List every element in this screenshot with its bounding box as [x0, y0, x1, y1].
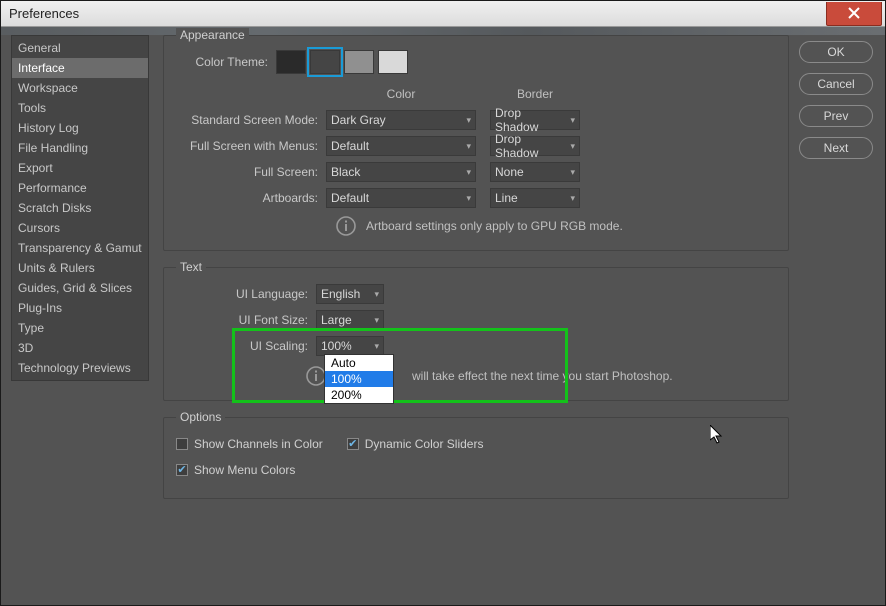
- ui-scaling-option[interactable]: Auto: [325, 355, 393, 371]
- dialog-buttons: OK Cancel Prev Next: [795, 35, 873, 593]
- prev-button[interactable]: Prev: [799, 105, 873, 127]
- checkbox-show-menu-colors[interactable]: ✔ Show Menu Colors: [176, 463, 295, 477]
- select-artboards-color[interactable]: Default▾: [326, 188, 476, 208]
- ui-scaling-dropdown[interactable]: Auto100%200%: [324, 354, 394, 404]
- chevron-down-icon: ▾: [466, 193, 471, 204]
- chevron-down-icon: ▾: [466, 167, 471, 178]
- checkbox-show-channels[interactable]: Show Channels in Color: [176, 437, 323, 451]
- sidebar-item-transparency-gamut[interactable]: Transparency & Gamut: [12, 238, 148, 258]
- sidebar-item-3d[interactable]: 3D: [12, 338, 148, 358]
- ui-font-size-select[interactable]: Large ▾: [316, 310, 384, 330]
- titlebar: Preferences: [1, 1, 885, 27]
- sidebar-item-history-log[interactable]: History Log: [12, 118, 148, 138]
- ui-scaling-select[interactable]: 100% ▾: [316, 336, 384, 356]
- appearance-row-label: Artboards:: [176, 191, 326, 205]
- chevron-down-icon: ▾: [570, 193, 575, 204]
- sidebar-item-units-rulers[interactable]: Units & Rulers: [12, 258, 148, 278]
- ui-font-size-label: UI Font Size:: [176, 313, 316, 327]
- chevron-down-icon: ▾: [374, 315, 379, 326]
- appearance-row-label: Standard Screen Mode:: [176, 113, 326, 127]
- sidebar-item-tools[interactable]: Tools: [12, 98, 148, 118]
- select-standard-color[interactable]: Dark Gray▾: [326, 110, 476, 130]
- text-info-right: e effect the next time you start Photosh…: [448, 369, 673, 383]
- chevron-down-icon: ▾: [570, 115, 575, 126]
- sidebar-item-workspace[interactable]: Workspace: [12, 78, 148, 98]
- color-theme-swatch[interactable]: [344, 50, 374, 74]
- sidebar-item-interface[interactable]: Interface: [12, 58, 148, 78]
- color-theme-swatch[interactable]: [310, 50, 340, 74]
- color-theme-swatch[interactable]: [378, 50, 408, 74]
- column-header-color: Color: [326, 87, 476, 101]
- group-text: Text UI Language: English ▾ UI Font Size…: [163, 267, 789, 401]
- color-theme-label: Color Theme:: [176, 55, 276, 69]
- appearance-info: Artboard settings only apply to GPU RGB …: [336, 216, 776, 236]
- select-fullscreen-border[interactable]: None▾: [490, 162, 580, 182]
- sidebar-item-scratch-disks[interactable]: Scratch Disks: [12, 198, 148, 218]
- checkbox-dynamic-sliders[interactable]: ✔ Dynamic Color Sliders: [347, 437, 484, 451]
- sidebar-item-file-handling[interactable]: File Handling: [12, 138, 148, 158]
- appearance-row-label: Full Screen:: [176, 165, 326, 179]
- ui-language-select[interactable]: English ▾: [316, 284, 384, 304]
- ok-button[interactable]: OK: [799, 41, 873, 63]
- group-legend: Options: [176, 410, 225, 424]
- column-header-border: Border: [490, 87, 580, 101]
- chevron-down-icon: ▾: [374, 341, 379, 352]
- group-legend: Appearance: [176, 28, 249, 42]
- cancel-button[interactable]: Cancel: [799, 73, 873, 95]
- group-appearance: Appearance Color Theme: Color Border Sta…: [163, 35, 789, 251]
- group-options: Options Show Channels in Color ✔ Dynamic…: [163, 417, 789, 499]
- select-standard-border[interactable]: Drop Shadow▾: [490, 110, 580, 130]
- text-info-left: will tak: [412, 369, 448, 383]
- chevron-down-icon: ▾: [570, 167, 575, 178]
- chevron-down-icon: ▾: [466, 141, 471, 152]
- close-icon: [848, 7, 860, 19]
- ui-scaling-option[interactable]: 100%: [325, 371, 393, 387]
- preferences-main: Appearance Color Theme: Color Border Sta…: [149, 35, 795, 593]
- select-artboards-border[interactable]: Line▾: [490, 188, 580, 208]
- sidebar-item-performance[interactable]: Performance: [12, 178, 148, 198]
- sidebar-item-type[interactable]: Type: [12, 318, 148, 338]
- appearance-info-text: Artboard settings only apply to GPU RGB …: [366, 219, 623, 233]
- window-close-button[interactable]: [826, 2, 882, 26]
- sidebar-item-general[interactable]: General: [12, 38, 148, 58]
- color-theme-swatch[interactable]: [276, 50, 306, 74]
- select-fullmenus-color[interactable]: Default▾: [326, 136, 476, 156]
- preferences-sidebar: GeneralInterfaceWorkspaceToolsHistory Lo…: [11, 35, 149, 381]
- ui-scaling-label: UI Scaling:: [176, 339, 316, 353]
- appearance-row-label: Full Screen with Menus:: [176, 139, 326, 153]
- group-legend: Text: [176, 260, 206, 274]
- select-fullscreen-color[interactable]: Black▾: [326, 162, 476, 182]
- checkbox-box: [176, 438, 188, 450]
- window-title: Preferences: [9, 6, 79, 21]
- sidebar-item-guides-grid-slices[interactable]: Guides, Grid & Slices: [12, 278, 148, 298]
- chevron-down-icon: ▾: [374, 289, 379, 300]
- sidebar-item-technology-previews[interactable]: Technology Previews: [12, 358, 148, 378]
- ui-language-label: UI Language:: [176, 287, 316, 301]
- info-icon: [336, 216, 356, 236]
- info-icon: [306, 366, 326, 386]
- sidebar-item-plug-ins[interactable]: Plug-Ins: [12, 298, 148, 318]
- checkbox-box: ✔: [347, 438, 359, 450]
- chevron-down-icon: ▾: [466, 115, 471, 126]
- sidebar-item-export[interactable]: Export: [12, 158, 148, 178]
- chevron-down-icon: ▾: [570, 141, 575, 152]
- next-button[interactable]: Next: [799, 137, 873, 159]
- ui-scaling-option[interactable]: 200%: [325, 387, 393, 403]
- select-fullmenus-border[interactable]: Drop Shadow▾: [490, 136, 580, 156]
- checkbox-box: ✔: [176, 464, 188, 476]
- sidebar-item-cursors[interactable]: Cursors: [12, 218, 148, 238]
